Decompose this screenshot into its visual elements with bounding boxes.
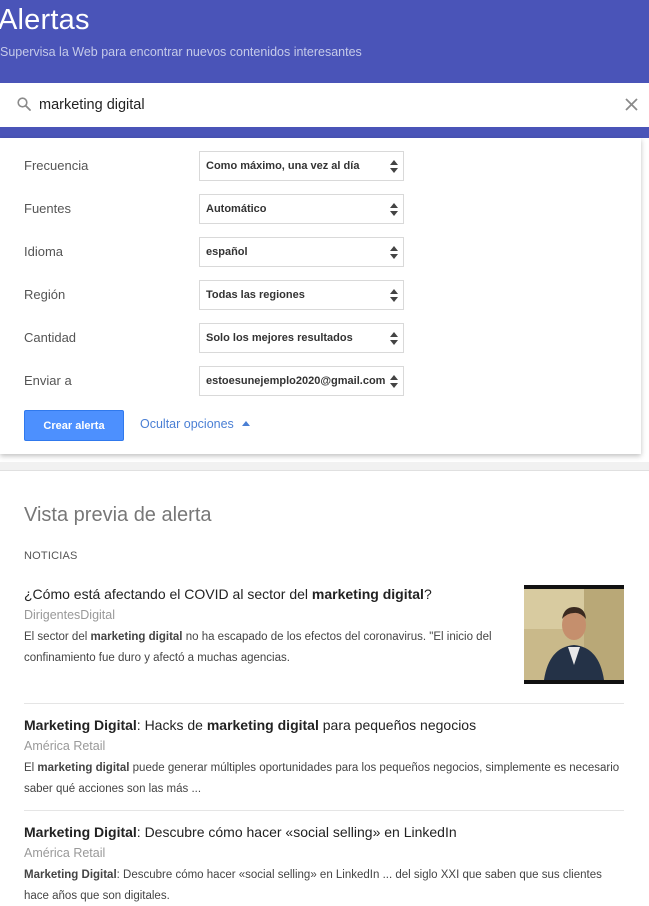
- select-value: Todas las regiones: [206, 289, 305, 301]
- option-label: Fuentes: [24, 201, 71, 216]
- select-arrows-icon: [390, 246, 398, 259]
- select-value: español: [206, 246, 248, 258]
- title-highlight: marketing digital: [206, 717, 319, 733]
- article-source: América Retail: [24, 846, 106, 860]
- create-alert-button[interactable]: Crear alerta: [24, 410, 124, 441]
- select-value: estoesunejemplo2020@gmail.com: [206, 375, 386, 387]
- article-separator: [24, 703, 624, 704]
- alert-options-panel: Frecuencia Como máximo, una vez al día F…: [0, 138, 641, 454]
- option-row-language: Idioma español: [0, 237, 641, 267]
- section-divider: [0, 462, 649, 471]
- title-text: : Hacks de: [136, 717, 207, 733]
- title-text: ¿Cómo está afectando el COVID al sector …: [24, 586, 312, 602]
- title-highlight: marketing digital: [311, 586, 424, 602]
- title-text: : Descubre cómo hacer «social selling» e…: [136, 824, 457, 840]
- option-row-frequency: Frecuencia Como máximo, una vez al día: [0, 151, 641, 181]
- title-highlight: Marketing Digital: [24, 824, 137, 840]
- article-source: DirigentesDigital: [24, 608, 116, 622]
- snippet-highlight: marketing digital: [37, 762, 130, 774]
- snippet-highlight: marketing digital: [90, 631, 183, 643]
- option-label: Región: [24, 287, 66, 302]
- article-snippet: El sector del marketing digital no ha es…: [24, 627, 504, 669]
- select-value: Solo los mejores resultados: [206, 332, 353, 344]
- preview-title: Vista previa de alerta: [24, 504, 212, 526]
- article-source: América Retail: [24, 739, 106, 753]
- option-label: Idioma: [24, 244, 64, 259]
- article-title-link[interactable]: Marketing Digital: Hacks de marketing di…: [24, 716, 624, 734]
- select-arrows-icon: [390, 160, 398, 173]
- article-snippet: Marketing Digital: Descubre cómo hacer «…: [24, 865, 624, 906]
- option-label: Cantidad: [24, 330, 77, 345]
- snippet-text: El sector del: [24, 631, 91, 643]
- select-value: Como máximo, una vez al día: [206, 160, 360, 172]
- select-arrows-icon: [390, 375, 398, 388]
- title-text: para pequeños negocios: [318, 717, 477, 733]
- option-label: Enviar a: [24, 373, 72, 388]
- title-text: ?: [423, 586, 432, 602]
- language-select[interactable]: español: [199, 237, 404, 267]
- hide-options-link[interactable]: Ocultar opciones: [140, 417, 250, 431]
- search-bar[interactable]: marketing digital: [0, 83, 649, 127]
- quantity-select[interactable]: Solo los mejores resultados: [199, 323, 404, 353]
- option-row-sources: Fuentes Automático: [0, 194, 641, 224]
- snippet-highlight: Marketing Digital: [24, 869, 117, 881]
- search-input[interactable]: marketing digital: [39, 97, 145, 113]
- news-article: Marketing Digital: Hacks de marketing di…: [24, 716, 624, 800]
- frequency-select[interactable]: Como máximo, una vez al día: [199, 151, 404, 181]
- select-arrows-icon: [390, 332, 398, 345]
- news-article: ¿Cómo está afectando el COVID al sector …: [24, 585, 504, 669]
- option-row-send-to: Enviar a estoesunejemplo2020@gmail.com: [0, 366, 641, 396]
- article-title-link[interactable]: Marketing Digital: Descubre cómo hacer «…: [24, 823, 624, 841]
- article-thumbnail[interactable]: [524, 585, 624, 684]
- page-title: Alertas: [0, 4, 90, 36]
- select-value: Automático: [206, 203, 267, 215]
- snippet-text: El: [24, 762, 38, 774]
- sources-select[interactable]: Automático: [199, 194, 404, 224]
- region-select[interactable]: Todas las regiones: [199, 280, 404, 310]
- news-section-label: NOTICIAS: [24, 550, 78, 562]
- title-highlight: Marketing Digital: [24, 717, 137, 733]
- article-separator: [24, 810, 624, 811]
- caret-up-icon: [241, 421, 250, 426]
- select-arrows-icon: [390, 203, 398, 216]
- option-row-quantity: Cantidad Solo los mejores resultados: [0, 323, 641, 353]
- option-row-region: Región Todas las regiones: [0, 280, 641, 310]
- hide-options-label: Ocultar opciones: [140, 417, 234, 431]
- person-photo-icon: [524, 585, 624, 684]
- close-icon[interactable]: [625, 98, 638, 111]
- article-title-link[interactable]: ¿Cómo está afectando el COVID al sector …: [24, 585, 504, 603]
- news-article: Marketing Digital: Descubre cómo hacer «…: [24, 823, 624, 906]
- send-to-select[interactable]: estoesunejemplo2020@gmail.com: [199, 366, 404, 396]
- option-label: Frecuencia: [24, 158, 89, 173]
- article-snippet: El marketing digital puede generar múlti…: [24, 758, 624, 800]
- page-subtitle: Supervisa la Web para encontrar nuevos c…: [0, 45, 362, 59]
- search-icon: [17, 97, 31, 111]
- select-arrows-icon: [390, 289, 398, 302]
